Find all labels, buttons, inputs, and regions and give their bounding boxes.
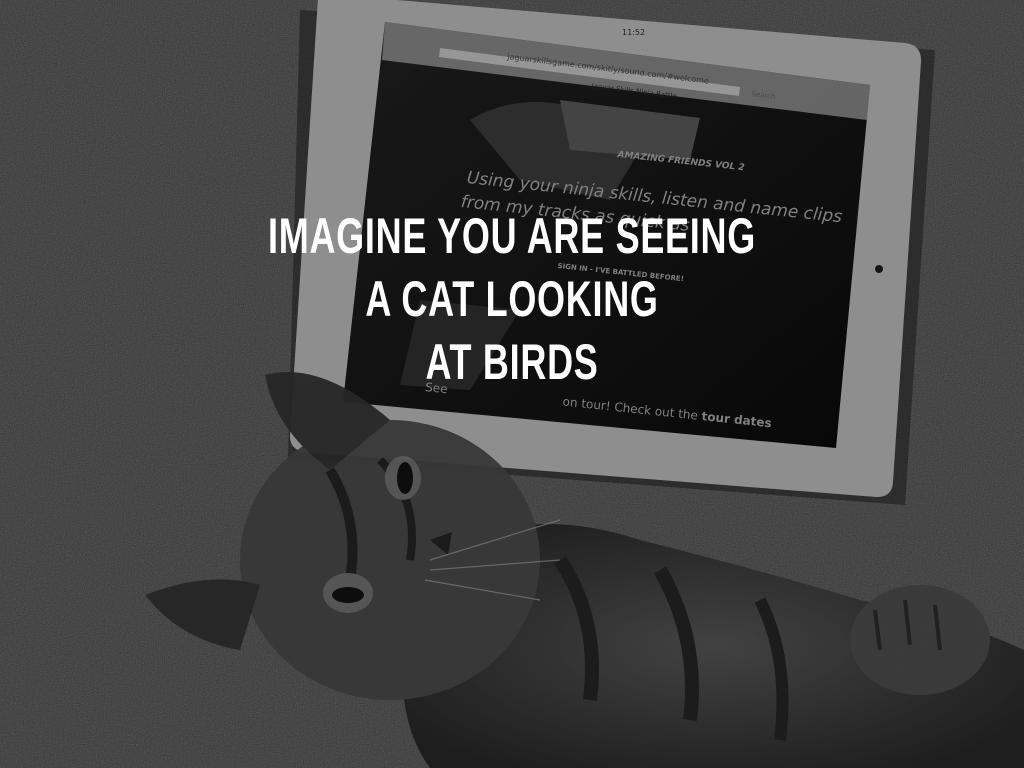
caption-line-3: AT BIRDS <box>425 334 599 390</box>
photo-scene: 11:52 jaguarskillsgame.com/skitly/sound.… <box>0 0 1024 768</box>
caption-line-2: A CAT LOOKING <box>365 271 659 327</box>
caption-line-1: IMAGINE YOU ARE SEEING <box>268 208 756 264</box>
caption-text: IMAGINE YOU ARE SEEING A CAT LOOKING AT … <box>143 205 880 394</box>
